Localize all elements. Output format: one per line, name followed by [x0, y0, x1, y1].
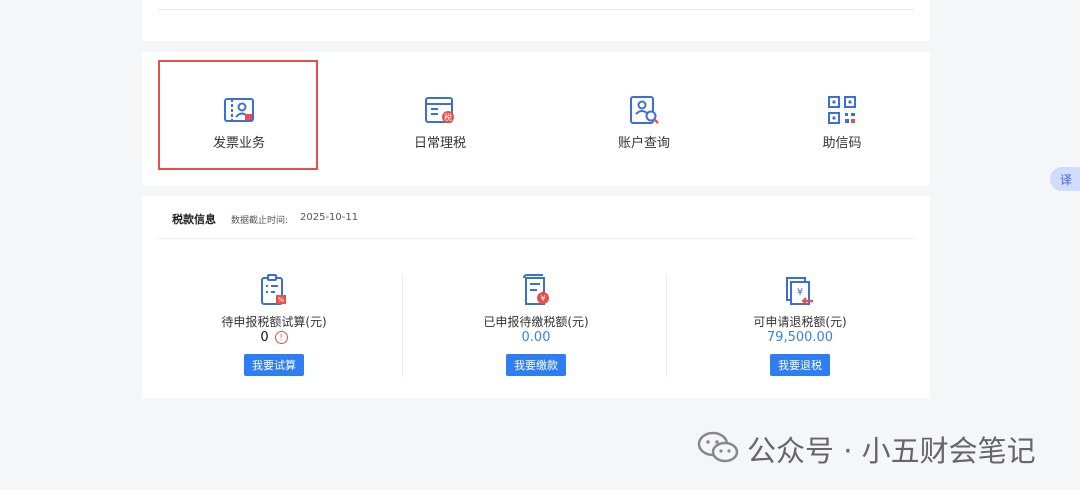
divider: [158, 238, 914, 239]
service-label: 发票业务: [212, 136, 265, 151]
service-invoice[interactable]: 发票业务: [158, 52, 318, 186]
tax-item-refundable: ¥ 可申请退税额(元) 79,500.00 我要退税: [668, 272, 932, 378]
services-panel: 发票业务 税 日常理税 账户查询 助信码: [142, 52, 930, 186]
translate-label: 译: [1060, 173, 1073, 187]
svg-text:税: 税: [444, 112, 452, 122]
translate-tab[interactable]: 译: [1050, 167, 1080, 191]
pay-button[interactable]: 我要缴款: [506, 354, 566, 376]
data-cutoff-label: 数据截止时间:: [231, 216, 289, 226]
svg-text:%: %: [278, 296, 285, 304]
service-account-query[interactable]: 账户查询: [554, 52, 734, 186]
tax-item-amount-wrap: 0!: [142, 330, 406, 345]
tax-item-amount: 0.00: [521, 330, 551, 345]
tax-refund-icon: ¥: [786, 277, 813, 305]
top-card: [142, 0, 930, 41]
tax-item-title: 已申报待缴税额(元): [483, 315, 589, 329]
service-label: 日常理税: [413, 136, 466, 151]
tax-calc-icon: %: [261, 274, 286, 305]
data-cutoff-date: 2025-10-11: [300, 212, 359, 223]
service-label: 账户查询: [617, 136, 670, 151]
daily-tax-icon: 税: [425, 97, 454, 123]
svg-text:¥: ¥: [540, 294, 545, 303]
service-daily-tax[interactable]: 税 日常理税: [350, 52, 530, 186]
qr-code-icon: [828, 96, 856, 124]
service-label: 助信码: [822, 136, 862, 151]
tax-item-title: 待申报税额试算(元): [221, 315, 327, 329]
tax-item-amount: 79,500.00: [766, 330, 834, 345]
svg-text:¥: ¥: [797, 287, 803, 298]
wechat-icon: [697, 431, 739, 463]
tax-item-pending-estimate: % 待申报税额试算(元) 0! 我要试算: [142, 272, 406, 378]
estimate-button[interactable]: 我要试算: [244, 354, 304, 376]
tax-info-title: 税款信息: [172, 213, 216, 226]
tax-item-declared-unpaid: ¥ 已申报待缴税额(元) 0.00 我要缴款: [404, 272, 668, 378]
invoice-icon: [224, 98, 254, 122]
account-query-icon: [630, 96, 659, 124]
refund-button[interactable]: 我要退税: [770, 354, 830, 376]
watermark-text: 公众号 · 小五财会笔记: [747, 434, 1036, 468]
info-warning-icon[interactable]: !: [274, 331, 288, 344]
tax-item-amount: 0: [260, 330, 269, 345]
divider: [158, 9, 914, 10]
tax-info-panel: 税款信息 数据截止时间: 2025-10-11 % 待申报税额试算(元) 0! …: [142, 196, 930, 398]
service-credit-code[interactable]: 助信码: [752, 52, 932, 186]
tax-item-title: 可申请退税额(元): [753, 315, 847, 329]
tax-payment-icon: ¥: [523, 274, 549, 305]
